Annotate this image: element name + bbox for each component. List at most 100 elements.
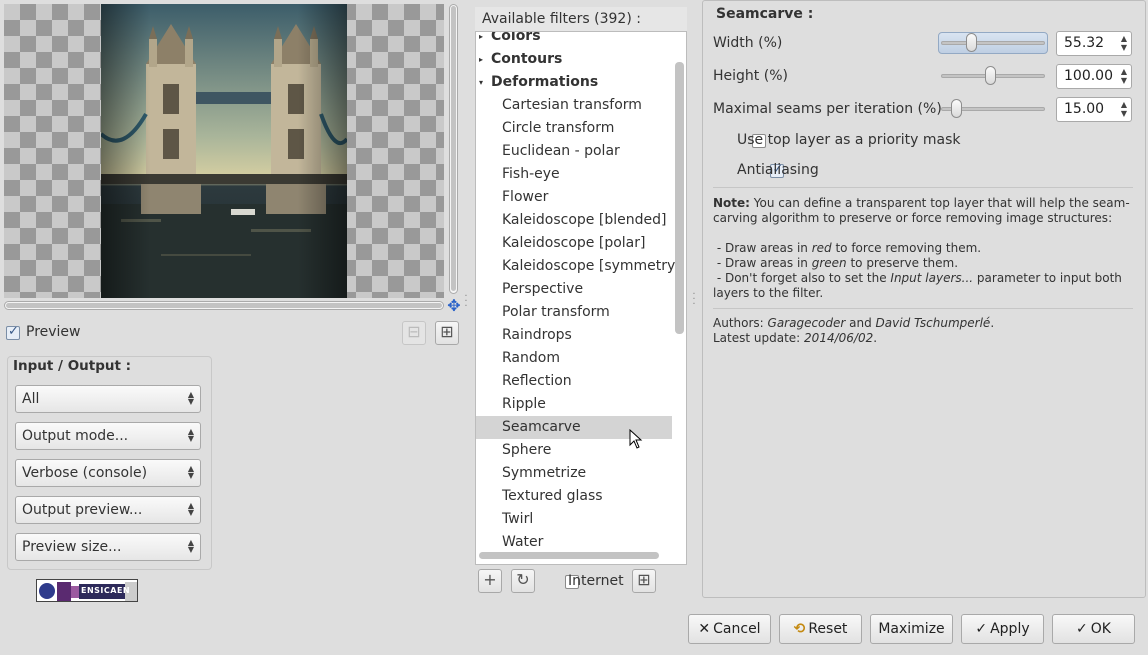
preview-vertical-scroll-thumb[interactable]	[451, 6, 456, 291]
move-cross-icon[interactable]: ✥	[446, 298, 462, 314]
updown-arrow-icon: ▲ ▼	[187, 390, 194, 406]
filter-category-label: Colors	[491, 31, 541, 44]
refresh-filters-button[interactable]: ↻	[511, 569, 535, 593]
refresh-icon: ↻	[516, 570, 530, 589]
filter-category-label: Contours	[491, 51, 563, 67]
filter-item[interactable]: Water	[476, 531, 672, 554]
width-spinbox[interactable]: 55.32 ▲ ▼	[1056, 31, 1132, 56]
width-label: Width (%)	[713, 35, 783, 51]
height-spinbox[interactable]: 100.00 ▲ ▼	[1056, 64, 1132, 89]
reset-icon: ⟲	[793, 621, 806, 637]
add-favorite-button[interactable]: +	[478, 569, 502, 593]
cancel-button[interactable]: ✕ Cancel	[688, 614, 771, 644]
filter-category-colors[interactable]: ▸ Colors	[476, 31, 672, 48]
maximize-button[interactable]: Maximize	[870, 614, 953, 644]
cancel-label: Cancel	[713, 621, 761, 637]
seams-label: Maximal seams per iteration (%)	[713, 101, 942, 117]
check-icon: ✓	[1076, 621, 1088, 637]
filter-note: Note: You can define a transparent top l…	[713, 196, 1133, 301]
filter-item[interactable]: Flower	[476, 186, 672, 209]
note-prefix: Note:	[713, 196, 750, 210]
zoom-out-button[interactable]: ⊟	[402, 321, 426, 345]
greyc-ensicaen-logo: ENSICAEN	[36, 579, 138, 602]
verbosity-select[interactable]: Verbose (console) ▲ ▼	[15, 459, 201, 487]
spin-arrows-icon[interactable]: ▲ ▼	[1119, 100, 1129, 118]
filters-vertical-scrollbar[interactable]	[675, 62, 684, 334]
input-output-title: Input / Output :	[13, 358, 132, 374]
output-preview-value: Output preview...	[22, 502, 143, 518]
filter-item[interactable]: Fish-eye	[476, 163, 672, 186]
zoom-in-button[interactable]: ⊞	[435, 321, 459, 345]
preview-checkbox[interactable]	[6, 324, 20, 340]
collapsed-triangle-icon: ▸	[479, 55, 484, 64]
filters-horizontal-scrollbar[interactable]	[479, 552, 659, 559]
filter-category-deformations[interactable]: ▾ Deformations	[476, 71, 672, 94]
height-slider-handle[interactable]	[984, 66, 996, 85]
width-slider[interactable]	[941, 41, 1045, 45]
filter-tree[interactable]: ▸ Colors ▸ Contours ▾ Deformations Cartesia…	[475, 31, 687, 565]
output-mode-select[interactable]: Output mode... ▲ ▼	[15, 422, 201, 450]
filter-category-contours[interactable]: ▸ Contours	[476, 48, 672, 71]
filter-item[interactable]: Perspective	[476, 278, 672, 301]
filter-item[interactable]: Twirl	[476, 508, 672, 531]
expand-collapse-button[interactable]: ⊞	[632, 569, 656, 593]
filter-item[interactable]: Cartesian transform	[476, 94, 672, 117]
splitter-grip-icon[interactable]: · · ·	[691, 290, 697, 310]
filter-item[interactable]: Raindrops	[476, 324, 672, 347]
collapsed-triangle-icon: ▸	[479, 32, 484, 41]
width-slider-handle[interactable]	[966, 33, 978, 52]
filters-header: Available filters (392) :	[475, 7, 687, 31]
filter-item[interactable]: Euclidean - polar	[476, 140, 672, 163]
seams-spinbox[interactable]: 15.00 ▲ ▼	[1056, 97, 1132, 122]
internet-label: Internet	[568, 573, 624, 589]
note-emphasis: red	[811, 241, 832, 255]
check-icon: ✓	[975, 621, 988, 637]
zoom-out-icon: ⊟	[407, 322, 421, 341]
height-label: Height (%)	[713, 68, 788, 84]
zoom-in-icon: ⊞	[440, 322, 454, 341]
seams-slider-handle[interactable]	[950, 99, 962, 118]
reset-button[interactable]: ⟲ Reset	[779, 614, 862, 644]
filter-title: Seamcarve :	[716, 6, 814, 22]
authors-sep: and	[845, 316, 876, 330]
filter-item[interactable]: Kaleidoscope [symmetry]	[476, 255, 681, 278]
filter-item[interactable]: Random	[476, 347, 672, 370]
filter-item[interactable]: Symmetrize	[476, 462, 672, 485]
filter-item[interactable]: Kaleidoscope [polar]	[476, 232, 672, 255]
preview-canvas[interactable]	[4, 4, 444, 298]
preview-size-value: Preview size...	[22, 539, 122, 555]
filter-item[interactable]: Reflection	[476, 370, 672, 393]
input-layers-select[interactable]: All ▲ ▼	[15, 385, 201, 413]
output-preview-select[interactable]: Output preview... ▲ ▼	[15, 496, 201, 524]
spin-arrows-icon[interactable]: ▲ ▼	[1119, 34, 1129, 52]
priority-mask-label: Use top layer as a priority mask	[737, 132, 961, 148]
updown-arrow-icon: ▲ ▼	[187, 464, 194, 480]
width-value: 55.32	[1064, 35, 1105, 51]
note-bullet: - Draw areas in	[716, 241, 812, 255]
author-name: David Tschumperlé	[875, 316, 991, 330]
spin-arrows-icon[interactable]: ▲ ▼	[1119, 67, 1129, 85]
update-end: .	[873, 331, 878, 345]
verbosity-value: Verbose (console)	[22, 465, 148, 481]
note-emphasis: green	[811, 256, 847, 270]
preview-size-select[interactable]: Preview size... ▲ ▼	[15, 533, 201, 561]
apply-button[interactable]: ✓ Apply	[961, 614, 1044, 644]
seams-value: 15.00	[1064, 101, 1105, 117]
expand-icon: ⊞	[637, 570, 651, 589]
preview-horizontal-scroll-thumb[interactable]	[6, 303, 442, 308]
filter-item[interactable]: Ripple	[476, 393, 672, 416]
splitter-grip-icon[interactable]: · · ·	[463, 292, 469, 312]
authors-end: .	[990, 316, 995, 330]
updown-arrow-icon: ▲ ▼	[187, 501, 194, 517]
updown-arrow-icon: ▲ ▼	[187, 427, 194, 443]
output-mode-value: Output mode...	[22, 428, 129, 444]
filter-item[interactable]: Circle transform	[476, 117, 672, 140]
filter-item[interactable]: Polar transform	[476, 301, 672, 324]
author-name: Garagecoder	[767, 316, 846, 330]
ok-button[interactable]: ✓ OK	[1052, 614, 1135, 644]
expanded-triangle-icon: ▾	[479, 78, 484, 87]
filter-item[interactable]: Kaleidoscope [blended]	[476, 209, 672, 232]
reset-label: Reset	[808, 621, 848, 637]
apply-label: Apply	[990, 621, 1030, 637]
filter-item[interactable]: Textured glass	[476, 485, 672, 508]
